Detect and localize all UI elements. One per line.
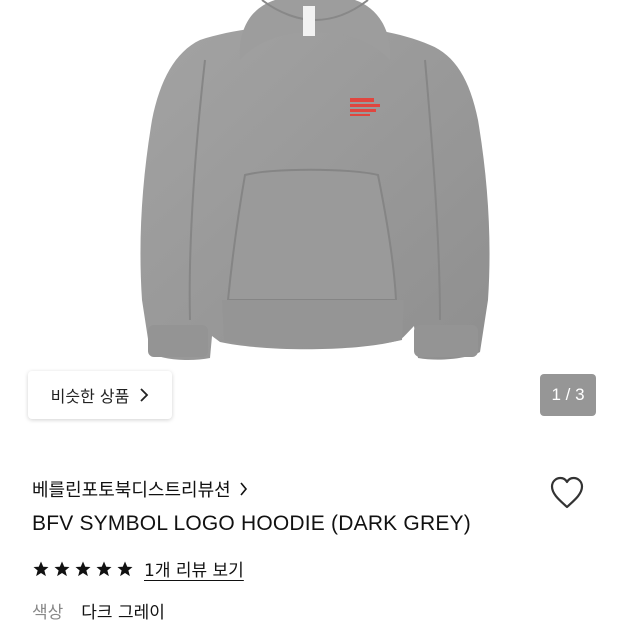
heart-outline-icon[interactable] [548, 474, 586, 512]
color-value: 다크 그레이 [81, 603, 165, 623]
star-icon [75, 561, 91, 576]
color-label: 색상 [32, 603, 64, 623]
star-icon [33, 561, 49, 576]
product-title: BFV SYMBOL LOGO HOODIE (DARK GREY) [32, 512, 471, 535]
brand-name: 베를린포토북디스트리뷰션 [32, 480, 231, 501]
color-option-row: 색상 다크 그레이 [32, 598, 165, 623]
product-image-gallery[interactable]: 비슷한 상품 1 / 3 [0, 0, 620, 440]
similar-products-button[interactable]: 비슷한 상품 [28, 371, 172, 419]
similar-products-label: 비슷한 상품 [50, 387, 130, 406]
star-icon [54, 561, 70, 576]
image-counter: 1 / 3 [540, 374, 596, 416]
chevron-right-icon [240, 482, 247, 496]
star-rating [32, 560, 134, 578]
star-icon [117, 561, 133, 576]
review-link[interactable]: 1개 리뷰 보기 [144, 556, 244, 581]
rating-row: 1개 리뷰 보기 [32, 556, 244, 581]
chevron-right-icon [140, 388, 149, 402]
star-icon [96, 561, 112, 576]
brand-link[interactable]: 베를린포토북디스트리뷰션 [32, 476, 248, 502]
